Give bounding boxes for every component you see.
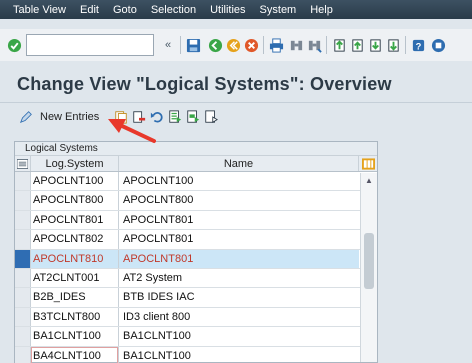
- separator: [263, 36, 264, 54]
- table-header: Log.System Name: [15, 155, 377, 172]
- row-selector[interactable]: [15, 346, 31, 363]
- standard-toolbar: « ?: [0, 29, 472, 61]
- edit-pencil-icon[interactable]: [18, 109, 34, 125]
- cell-name[interactable]: APOCLNT801: [119, 230, 359, 248]
- separator: [405, 36, 406, 54]
- row-selector[interactable]: [15, 172, 31, 191]
- save-icon[interactable]: [185, 37, 201, 53]
- logical-systems-table: Logical Systems Log.System Name APOCLNT1…: [14, 141, 378, 363]
- cell-name[interactable]: APOCLNT801: [119, 249, 359, 268]
- column-header-log-system[interactable]: Log.System: [31, 156, 119, 171]
- table-row[interactable]: APOCLNT801 APOCLNT801: [15, 210, 377, 231]
- row-selector[interactable]: [15, 288, 31, 307]
- cell-log-system[interactable]: B3TCLNT800: [31, 307, 119, 327]
- table-body: APOCLNT100 APOCLNT100 APOCLNT800 APOCLNT800…: [15, 172, 377, 363]
- find-next-icon[interactable]: [306, 37, 322, 53]
- cell-log-system[interactable]: BA4CLNT100: [31, 346, 119, 363]
- column-header-name[interactable]: Name: [119, 156, 359, 171]
- layout-icon[interactable]: [430, 37, 446, 53]
- menu-goto[interactable]: Goto: [113, 4, 137, 16]
- cell-name[interactable]: ID3 client 800: [119, 308, 359, 326]
- row-selector[interactable]: [15, 230, 31, 249]
- table-row[interactable]: APOCLNT802 APOCLNT801: [15, 230, 377, 250]
- scrollbar-thumb[interactable]: [364, 233, 374, 289]
- table-row[interactable]: BA1CLNT100 BA1CLNT100: [15, 327, 377, 347]
- new-entries-button[interactable]: New Entries: [40, 111, 99, 123]
- menu-utilities[interactable]: Utilities: [210, 4, 245, 16]
- separator: [180, 36, 181, 54]
- row-selector[interactable]: [15, 268, 31, 288]
- select-all-icon[interactable]: [167, 109, 183, 125]
- double-chevron-icon[interactable]: «: [160, 37, 176, 53]
- row-selector[interactable]: [15, 327, 31, 346]
- cell-name[interactable]: APOCLNT800: [119, 191, 359, 209]
- menu-system[interactable]: System: [260, 4, 297, 16]
- vertical-scrollbar[interactable]: ▲: [360, 173, 377, 362]
- cell-log-system[interactable]: APOCLNT810: [31, 249, 119, 268]
- menu-bar: Table View Edit Goto Selection Utilities…: [0, 0, 472, 19]
- table-row[interactable]: APOCLNT810 APOCLNT801: [15, 249, 377, 269]
- cell-log-system[interactable]: AT2CLNT001: [31, 268, 119, 288]
- last-page-icon[interactable]: [385, 37, 401, 53]
- cell-name[interactable]: APOCLNT100: [119, 172, 359, 190]
- check-icon[interactable]: [6, 37, 22, 53]
- cell-log-system[interactable]: BA1CLNT100: [31, 327, 119, 346]
- table-row[interactable]: AT2CLNT001 AT2 System: [15, 268, 377, 289]
- table-row[interactable]: B2B_IDES BTB IDES IAC: [15, 288, 377, 308]
- cell-log-system[interactable]: APOCLNT100: [31, 172, 119, 191]
- cell-name[interactable]: BA1CLNT100: [119, 327, 359, 345]
- deselect-all-icon[interactable]: [203, 109, 219, 125]
- table-row[interactable]: APOCLNT100 APOCLNT100: [15, 172, 377, 192]
- row-selector[interactable]: [15, 210, 31, 230]
- select-all-rows-icon[interactable]: [15, 156, 31, 171]
- print-icon[interactable]: [268, 37, 284, 53]
- application-toolbar: New Entries: [0, 102, 472, 130]
- svg-text:?: ?: [415, 41, 421, 51]
- table-row[interactable]: APOCLNT800 APOCLNT800: [15, 191, 377, 211]
- table-row[interactable]: BA4CLNT100 BA1CLNT100: [15, 346, 377, 363]
- page-title: Change View "Logical Systems": Overview: [0, 67, 472, 101]
- select-block-icon[interactable]: [185, 109, 201, 125]
- menu-help[interactable]: Help: [310, 4, 333, 16]
- cell-log-system[interactable]: B2B_IDES: [31, 288, 119, 307]
- table-settings-icon[interactable]: [359, 156, 377, 171]
- prev-page-icon[interactable]: [349, 37, 365, 53]
- help-icon[interactable]: ?: [410, 37, 426, 53]
- cell-log-system[interactable]: APOCLNT801: [31, 210, 119, 230]
- row-selector[interactable]: [15, 249, 31, 268]
- menu-edit[interactable]: Edit: [80, 4, 99, 16]
- table-caption: Logical Systems: [15, 142, 377, 155]
- back-icon[interactable]: [207, 37, 223, 53]
- next-page-icon[interactable]: [367, 37, 383, 53]
- cell-name[interactable]: BA1CLNT100: [119, 347, 359, 363]
- cancel-icon[interactable]: [243, 37, 259, 53]
- annotation-arrow-icon: [108, 119, 156, 143]
- menu-table-view[interactable]: Table View: [13, 4, 66, 16]
- row-selector[interactable]: [15, 307, 31, 327]
- row-selector[interactable]: [15, 191, 31, 210]
- cell-name[interactable]: BTB IDES IAC: [119, 288, 359, 306]
- scroll-up-icon[interactable]: ▲: [361, 173, 377, 187]
- cell-log-system[interactable]: APOCLNT800: [31, 191, 119, 210]
- command-field[interactable]: [26, 34, 154, 56]
- cell-log-system[interactable]: APOCLNT802: [31, 230, 119, 249]
- find-icon[interactable]: [288, 37, 304, 53]
- menu-selection[interactable]: Selection: [151, 4, 196, 16]
- cell-name[interactable]: APOCLNT801: [119, 211, 359, 229]
- separator: [326, 36, 327, 54]
- exit-icon[interactable]: [225, 37, 241, 53]
- first-page-icon[interactable]: [331, 37, 347, 53]
- cell-name[interactable]: AT2 System: [119, 269, 359, 287]
- table-row[interactable]: B3TCLNT800 ID3 client 800: [15, 307, 377, 328]
